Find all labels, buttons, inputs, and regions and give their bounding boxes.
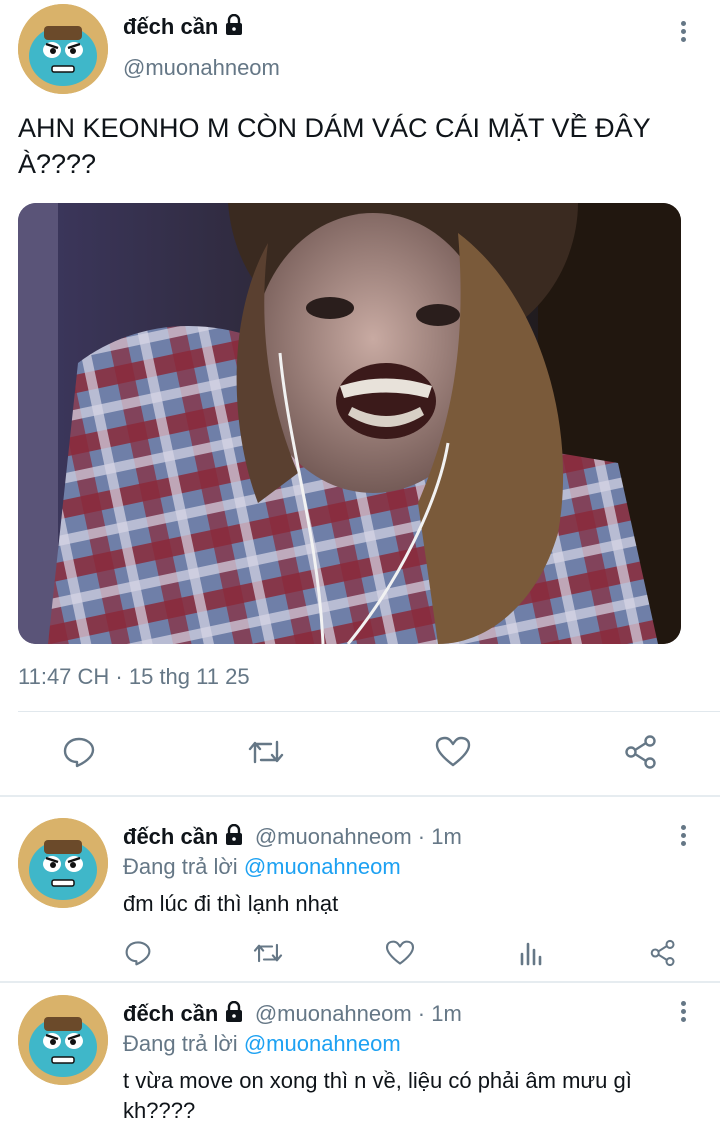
lock-icon [224, 823, 244, 851]
replying-to-link[interactable]: @muonahneom [244, 854, 401, 879]
heart-icon [435, 736, 471, 767]
display-name[interactable]: đếch cần [123, 13, 244, 42]
photo-image [18, 203, 681, 644]
tweet-text-line: À???? [18, 149, 97, 179]
like-button[interactable] [382, 936, 418, 970]
tweet-photo[interactable] [18, 203, 681, 644]
share-button[interactable] [620, 732, 662, 772]
replying-to-link[interactable]: @muonahneom [244, 1031, 401, 1056]
share-icon [625, 735, 656, 769]
analytics-button[interactable] [513, 936, 549, 970]
divider [0, 981, 720, 983]
tweet-timestamp[interactable]: 11:47 CH · 15 thg 11 25 [18, 664, 250, 690]
speech-bubble-icon [125, 941, 151, 966]
reply-header: đếch cần @muonahneom · 1m [123, 1000, 462, 1028]
share-icon [650, 939, 675, 967]
share-button[interactable] [645, 936, 681, 970]
avatar[interactable] [18, 4, 108, 94]
divider [18, 711, 720, 712]
divider [0, 795, 720, 797]
display-name-text[interactable]: đếch cần [123, 14, 218, 39]
speech-bubble-icon [63, 737, 95, 768]
retweet-icon [253, 943, 283, 963]
replying-to: Đang trả lời @muonahneom [123, 854, 401, 880]
more-vertical-icon[interactable] [673, 822, 693, 852]
retweet-button[interactable] [245, 732, 287, 772]
tweet-text-line: AHN KEONHO M CÒN DÁM VÁC CÁI MẶT VỀ ĐÂY [18, 113, 651, 143]
heart-icon [385, 940, 415, 965]
more-vertical-icon[interactable] [673, 18, 693, 48]
reply-button[interactable] [120, 936, 156, 970]
avatar[interactable] [18, 995, 108, 1085]
avatar[interactable] [18, 818, 108, 908]
reply-text: đm lúc đi thì lạnh nhạt [123, 889, 703, 919]
lock-icon [224, 13, 244, 42]
reply-button[interactable] [58, 732, 100, 772]
replying-prefix: Đang trả lời [123, 854, 238, 879]
handle-time[interactable]: @muonahneom · 1m [255, 824, 462, 849]
tweet-text: AHN KEONHO M CÒN DÁM VÁC CÁI MẶT VỀ ĐÂY … [18, 110, 718, 182]
reply-header: đếch cần @muonahneom · 1m [123, 823, 462, 851]
replying-to: Đang trả lời @muonahneom [123, 1031, 401, 1057]
display-name[interactable]: đếch cần [123, 824, 218, 849]
display-name[interactable]: đếch cần [123, 1001, 218, 1026]
reply-text-line: đm lúc đi thì lạnh nhạt [123, 891, 339, 916]
bar-chart-icon [520, 942, 542, 966]
handle-time[interactable]: @muonahneom · 1m [255, 1001, 462, 1026]
more-vertical-icon[interactable] [673, 998, 693, 1028]
retweet-button[interactable] [250, 936, 286, 970]
reply-text: t vừa move on xong thì n về, liệu có phả… [123, 1066, 713, 1126]
reply-text-line: t vừa move on xong thì n về, liệu có phả… [123, 1068, 632, 1093]
retweet-icon [248, 740, 284, 764]
handle[interactable]: @muonahneom [123, 55, 280, 81]
replying-prefix: Đang trả lời [123, 1031, 238, 1056]
lock-icon [224, 1000, 244, 1028]
like-button[interactable] [432, 732, 474, 772]
